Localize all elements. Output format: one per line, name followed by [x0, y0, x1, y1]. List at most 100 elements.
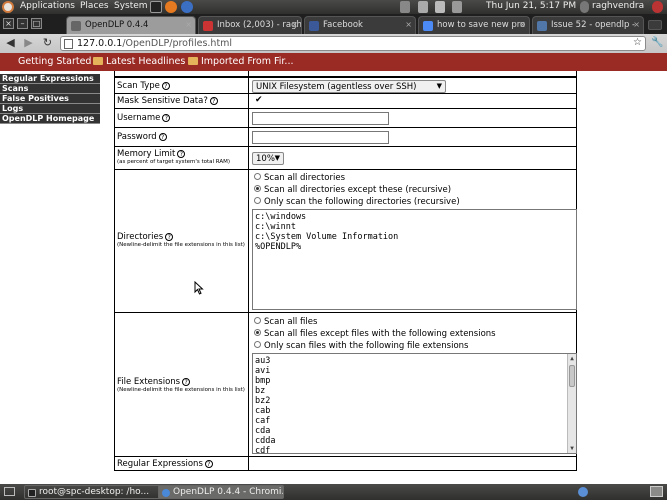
bookmark-getting-started[interactable]: Getting Started	[18, 56, 91, 67]
help-icon[interactable]: ?	[165, 233, 174, 241]
dir-option-all[interactable]: Scan all directories	[254, 173, 345, 183]
memory-limit-select[interactable]: 10% ▼	[252, 152, 284, 165]
battery-icon[interactable]	[418, 1, 428, 13]
tab-opendlp[interactable]: OpenDLP 0.4.4 ×	[66, 16, 196, 34]
close-tab-icon[interactable]: ×	[519, 20, 526, 29]
reload-icon[interactable]: ↻	[41, 37, 54, 50]
scrollbar-thumb[interactable]	[569, 365, 575, 387]
dir-option-except[interactable]: Scan all directories except these (recur…	[254, 185, 451, 195]
show-desktop-icon[interactable]	[4, 487, 15, 496]
back-arrow-icon[interactable]: ◀	[4, 37, 17, 50]
mail-indicator-icon[interactable]	[435, 1, 445, 13]
sidebar: Regular Expressions Scans False Positive…	[0, 74, 100, 124]
close-tab-icon[interactable]: ×	[405, 20, 412, 29]
volume-icon[interactable]	[452, 1, 462, 13]
help-icon[interactable]: ?	[177, 150, 186, 158]
terminal-launcher-icon[interactable]	[150, 1, 162, 13]
dir-entry: c:\System Volume Information	[255, 232, 399, 242]
chromium-tray-icon[interactable]	[578, 487, 588, 497]
firefox-launcher-icon[interactable]	[165, 1, 177, 13]
file-extensions-textarea[interactable]: au3 avi bmp bz bz2 cab caf cda cdda cdf …	[252, 353, 577, 454]
help-launcher-icon[interactable]	[181, 1, 193, 13]
clock[interactable]: Thu Jun 21, 5:17 PM	[486, 1, 576, 11]
bookmark-latest-headlines[interactable]: Latest Headlines	[93, 56, 185, 67]
dir-option-only[interactable]: Only scan the following directories (rec…	[254, 197, 460, 207]
mouse-pointer-icon	[194, 281, 204, 295]
ext-entry: bz	[255, 386, 266, 396]
option-label: Scan all directories	[264, 173, 346, 183]
radio-button[interactable]	[254, 317, 261, 324]
task-label: root@spc-desktop: /ho...	[39, 487, 150, 497]
user-name[interactable]: raghvendra	[592, 1, 644, 11]
value-cell: Scan all files Scan all files except fil…	[249, 313, 577, 456]
ext-option-all[interactable]: Scan all files	[254, 317, 317, 327]
ext-entry: caf	[255, 416, 271, 426]
bottom-panel: root@spc-desktop: /ho... OpenDLP 0.4.4 -…	[0, 484, 667, 500]
tab-label: Issue 52 - opendlp -	[551, 20, 636, 30]
ext-option-only[interactable]: Only scan files with the following file …	[254, 341, 468, 351]
trash-icon[interactable]	[650, 486, 663, 497]
tab-google-search[interactable]: how to save new pro ×	[418, 16, 530, 34]
applications-menu[interactable]: Applications	[20, 1, 75, 11]
radio-button[interactable]	[254, 341, 261, 348]
sidebar-item-scans[interactable]: Scans	[0, 84, 100, 94]
form-row-password: Password?	[114, 128, 577, 147]
dropdown-arrow-icon: ▼	[436, 82, 442, 90]
form-row-scan-type: Scan Type? UNIX Filesystem (agentless ov…	[114, 77, 577, 94]
scroll-down-arrow-icon[interactable]: ▼	[568, 444, 576, 453]
scroll-up-arrow-icon[interactable]: ▲	[568, 354, 576, 363]
maximize-window-icon[interactable]: □	[31, 18, 42, 29]
help-icon[interactable]: ?	[182, 378, 191, 386]
ext-option-except[interactable]: Scan all files except files with the fol…	[254, 329, 496, 339]
password-input[interactable]	[252, 131, 389, 144]
close-tab-icon[interactable]: ×	[291, 20, 298, 29]
option-label: Only scan the following directories (rec…	[264, 197, 460, 207]
toolbar: ◀ ▶ ↻ 127.0.0.1/OpenDLP/profiles.html ☆ …	[0, 34, 667, 53]
bookmark-imported[interactable]: Imported From Fir...	[188, 56, 294, 67]
radio-button-selected[interactable]	[254, 185, 261, 192]
ubuntu-logo-icon[interactable]	[2, 1, 14, 13]
option-label: Scan all files	[264, 317, 318, 327]
network-icon[interactable]	[400, 1, 410, 13]
tab-issue-52[interactable]: Issue 52 - opendlp - ×	[532, 16, 644, 34]
ext-entry: cab	[255, 406, 271, 416]
sidebar-item-logs[interactable]: Logs	[0, 104, 100, 114]
page-icon	[64, 39, 73, 49]
taskbar-terminal[interactable]: root@spc-desktop: /ho...	[24, 485, 168, 499]
directories-textarea[interactable]: c:\windows c:\winnt c:\System Volume Inf…	[252, 209, 577, 310]
help-icon[interactable]: ?	[162, 114, 171, 122]
address-bar[interactable]: 127.0.0.1/OpenDLP/profiles.html ☆	[60, 36, 646, 51]
minimize-window-icon[interactable]: –	[17, 18, 28, 29]
close-window-icon[interactable]: ×	[3, 18, 14, 29]
taskbar-chromium[interactable]: OpenDLP 0.4.4 - Chromi...	[158, 485, 284, 499]
textarea-scrollbar[interactable]: ▲ ▼	[567, 354, 576, 453]
tab-inbox[interactable]: Inbox (2,003) - ragh ×	[198, 16, 302, 34]
close-tab-icon[interactable]: ×	[185, 20, 192, 29]
mask-checkbox[interactable]: ✔	[255, 95, 263, 105]
username-input[interactable]	[252, 112, 389, 125]
close-tab-icon[interactable]: ×	[633, 20, 640, 29]
label-cell: Regular Expressions?	[115, 457, 249, 470]
tab-facebook[interactable]: Facebook ×	[304, 16, 416, 34]
radio-button-selected[interactable]	[254, 329, 261, 336]
help-icon[interactable]: ?	[209, 97, 218, 105]
new-tab-button[interactable]	[648, 20, 662, 30]
help-icon[interactable]: ?	[161, 82, 170, 90]
scan-type-select[interactable]: UNIX Filesystem (agentless over SSH) ▼	[252, 80, 446, 93]
sidebar-item-opendlp-homepage[interactable]: OpenDLP Homepage	[0, 114, 100, 124]
system-menu[interactable]: System	[114, 1, 148, 11]
wrench-menu-icon[interactable]: 🔧	[651, 37, 664, 50]
radio-button[interactable]	[254, 197, 261, 204]
places-menu[interactable]: Places	[80, 1, 109, 11]
help-icon[interactable]: ?	[158, 133, 167, 141]
help-icon[interactable]: ?	[204, 460, 213, 468]
sidebar-item-regular-expressions[interactable]: Regular Expressions	[0, 74, 100, 84]
value-cell: Scan all directories Scan all directorie…	[249, 170, 577, 312]
bookmark-star-icon[interactable]: ☆	[633, 37, 642, 48]
form-row-mask: Mask Sensitive Data?? ✔	[114, 94, 577, 109]
radio-button[interactable]	[254, 173, 261, 180]
power-icon[interactable]	[652, 1, 663, 13]
username-label: Username?	[117, 113, 171, 123]
forward-arrow-icon[interactable]: ▶	[22, 37, 35, 50]
sidebar-item-false-positives[interactable]: False Positives	[0, 94, 100, 104]
